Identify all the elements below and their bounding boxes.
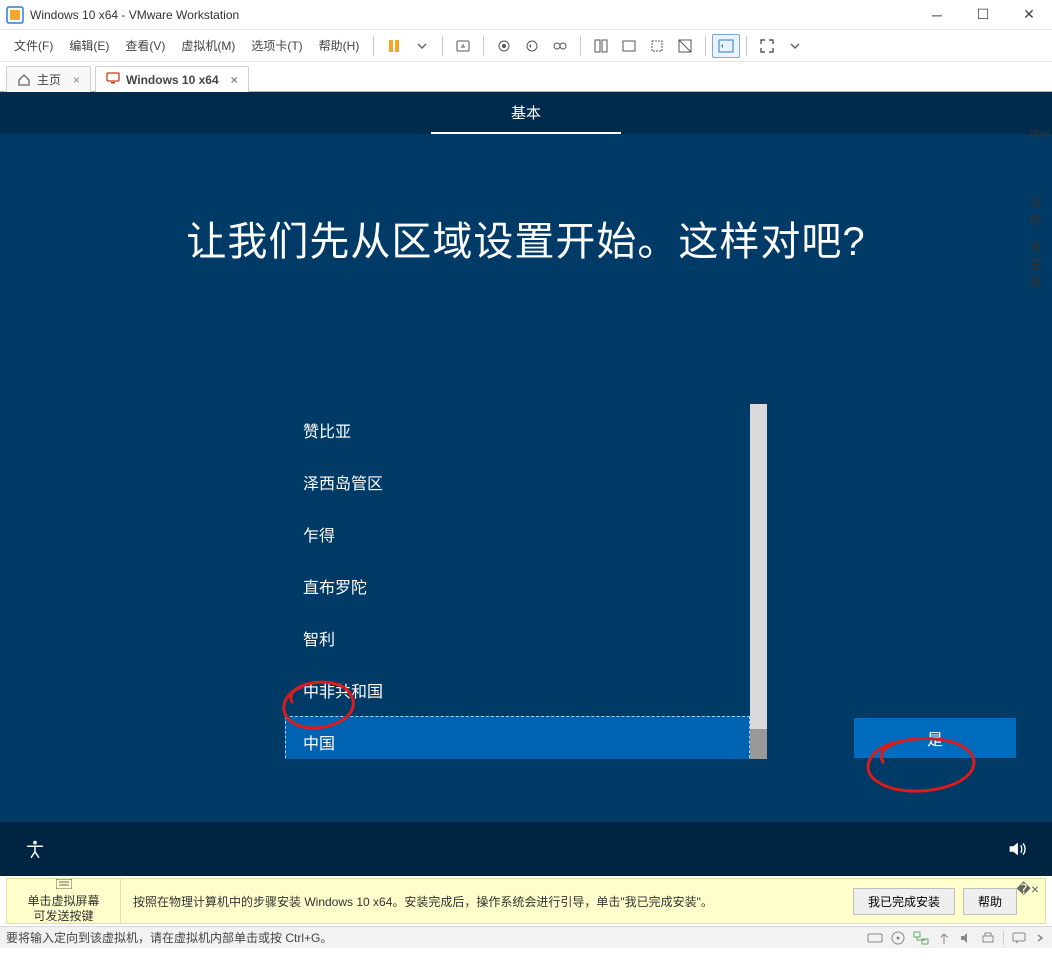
status-text: 要将输入定向到该虚拟机，请在虚拟机内部单击或按 Ctrl+G。 (6, 929, 332, 946)
network-icon[interactable] (913, 931, 929, 945)
menubar: 文件(F) 编辑(E) 查看(V) 虚拟机(M) 选项卡(T) 帮助(H) (0, 30, 1052, 62)
keyboard-icon (56, 879, 72, 894)
bg-text: 系统 (1030, 194, 1052, 228)
printer-icon[interactable] (981, 931, 995, 945)
tab-home-label: 主页 (37, 71, 61, 88)
tab-home-close-icon[interactable]: × (73, 73, 80, 87)
infobar-left-line2: 可发送按键 (33, 909, 93, 924)
tab-vm-label: Windows 10 x64 (126, 73, 219, 87)
menu-view[interactable]: 查看(V) (117, 33, 173, 58)
messages-icon[interactable] (1012, 931, 1028, 945)
hdd-icon[interactable] (867, 931, 883, 945)
minimize-button[interactable]: ─ (914, 0, 960, 30)
window-title: Windows 10 x64 - VMware Workstation (30, 8, 239, 22)
menu-edit[interactable]: 编辑(E) (61, 33, 117, 58)
snapshot-manager-icon[interactable] (546, 34, 574, 58)
fullscreen-dropdown-icon[interactable] (781, 34, 809, 58)
infobar-close-icon[interactable]: �× (1016, 881, 1039, 898)
infobar-text: 按照在物理计算机中的步骤安装 Windows 10 x64。安装完成后，操作系统… (121, 893, 853, 910)
region-item[interactable]: 直布罗陀 (285, 560, 750, 612)
region-item[interactable]: 智利 (285, 612, 750, 664)
quick-switch-icon[interactable] (712, 34, 740, 58)
guest-display[interactable]: 基本 让我们先从区域设置开始。这样对吧? 赞比亚 泽西岛管区 乍得 直布罗陀 智… (0, 92, 1052, 876)
snapshot-revert-icon[interactable] (518, 34, 546, 58)
close-button[interactable]: ✕ (1006, 0, 1052, 30)
cd-icon[interactable] (891, 931, 905, 945)
status-bar: 要将输入定向到该虚拟机，请在虚拟机内部单击或按 Ctrl+G。 (0, 926, 1052, 948)
home-icon (17, 73, 31, 87)
power-dropdown-icon[interactable] (408, 34, 436, 58)
menu-help[interactable]: 帮助(H) (311, 33, 368, 58)
region-item-selected[interactable]: 中国 (285, 716, 750, 759)
oobe-tab-basic[interactable]: 基本 (431, 92, 621, 134)
region-item[interactable]: 赞比亚 (285, 404, 750, 456)
region-item[interactable]: 中非共和国 (285, 664, 750, 716)
region-item[interactable]: 泽西岛管区 (285, 456, 750, 508)
install-help-button[interactable]: 帮助 (963, 888, 1017, 915)
vm-monitor-icon (106, 71, 120, 88)
menu-file[interactable]: 文件(F) (6, 33, 61, 58)
infobar-left-line1: 单击虚拟屏幕 (27, 894, 99, 909)
fullscreen-off-icon[interactable] (671, 34, 699, 58)
menu-tabs[interactable]: 选项卡(T) (243, 33, 310, 58)
pause-icon[interactable] (380, 34, 408, 58)
usb-icon[interactable] (937, 931, 951, 945)
sound-icon[interactable] (959, 931, 973, 945)
yes-button[interactable]: 是 (854, 718, 1016, 758)
region-item[interactable]: 乍得 (285, 508, 750, 560)
console-view-icon[interactable] (615, 34, 643, 58)
vmware-icon (6, 6, 24, 24)
oobe-tabs: 基本 (0, 92, 1052, 134)
oobe-title: 让我们先从区域设置开始。这样对吧? (0, 134, 1052, 267)
tab-home[interactable]: 主页 × (6, 66, 91, 92)
oobe-footer (0, 822, 1052, 876)
fullscreen-icon[interactable] (753, 34, 781, 58)
bg-text: dov (1030, 126, 1052, 140)
chevron-icon[interactable] (1036, 931, 1046, 945)
scrollbar[interactable] (750, 404, 767, 759)
install-info-bar: 单击虚拟屏幕 可发送按键 按照在物理计算机中的步骤安装 Windows 10 x… (6, 878, 1046, 924)
maximize-button[interactable]: ☐ (960, 0, 1006, 30)
snapshot-icon[interactable] (490, 34, 518, 58)
tab-vm[interactable]: Windows 10 x64 × (95, 66, 249, 92)
menu-vm[interactable]: 虚拟机(M) (173, 33, 243, 58)
titlebar: Windows 10 x64 - VMware Workstation ─ ☐ … (0, 0, 1052, 30)
stretch-icon[interactable] (643, 34, 671, 58)
accessibility-icon[interactable] (24, 838, 46, 860)
tab-vm-close-icon[interactable]: × (231, 73, 238, 87)
install-done-button[interactable]: 我已完成安装 (853, 888, 955, 915)
tabs-row: 主页 × Windows 10 x64 × (0, 62, 1052, 92)
bg-text: 安装 (1030, 256, 1052, 290)
region-list: 赞比亚 泽西岛管区 乍得 直布罗陀 智利 中非共和国 中国 (285, 404, 767, 759)
send-cad-icon[interactable] (449, 34, 477, 58)
unity-icon[interactable] (587, 34, 615, 58)
scrollbar-thumb[interactable] (750, 729, 767, 759)
status-devices (867, 931, 1046, 945)
volume-icon[interactable] (1006, 838, 1028, 860)
